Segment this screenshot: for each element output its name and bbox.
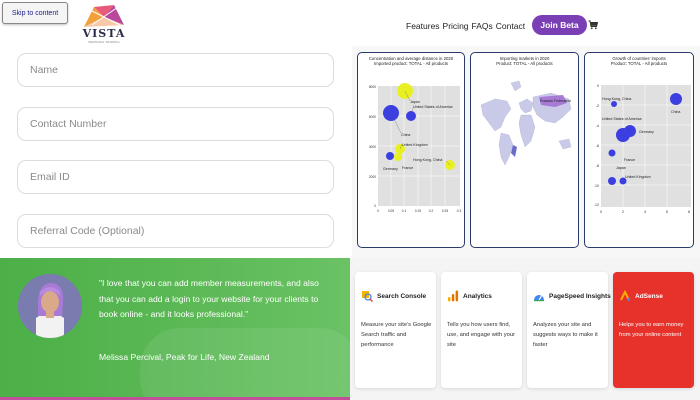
- tool-card-analytics[interactable]: Analytics Tells you how users find, use,…: [441, 272, 522, 388]
- chart3-plot: 0 -2 -4 -6 -8 -10 -12 0 2 4 6 8 Hong Kon…: [594, 84, 691, 214]
- nav-features[interactable]: Features: [406, 21, 440, 31]
- c3-ytick-3: -6: [596, 144, 599, 148]
- c1-bubble-france: [394, 153, 402, 161]
- skip-to-content-link[interactable]: Skip to content: [2, 2, 68, 24]
- c1-ytick-1: 6000: [369, 115, 376, 119]
- c1-ytick-3: 2000: [369, 175, 376, 179]
- testimonial-section: "I love that you can add member measurem…: [0, 258, 350, 400]
- c1-label-uk: United Kingdom: [402, 143, 428, 147]
- tool-card-pagespeed[interactable]: PageSpeed Insights Analyzes your site an…: [527, 272, 611, 388]
- c3-xtick-1: 2: [622, 210, 624, 214]
- nav-faqs[interactable]: FAQs: [472, 21, 493, 31]
- logo-mark-icon: [84, 5, 124, 27]
- tool-desc-analytics: Tells you how users find, use, and engag…: [447, 322, 516, 348]
- c1-label-france: France: [402, 166, 413, 170]
- tool-desc-adsense: Helps you to earn money from your online…: [619, 322, 684, 338]
- c3-xtick-0: 0: [600, 210, 602, 214]
- testimonial-author: Melissa Percival, Peak for Life, New Zea…: [99, 352, 270, 362]
- contact-placeholder: Contact Number: [30, 118, 107, 130]
- c1-xtick-2: 0.1: [402, 209, 407, 213]
- c3-bubble-france: [608, 149, 616, 157]
- c1-xtick-0: 0: [377, 209, 379, 213]
- c3-label-china: China: [671, 110, 680, 114]
- name-field[interactable]: Name: [17, 53, 334, 87]
- c1-xtick-1: 0.05: [388, 209, 394, 213]
- logo-brand: VISTA: [82, 27, 126, 40]
- join-beta-button[interactable]: Join Beta: [532, 15, 587, 35]
- c3-bubble-japan: [608, 177, 616, 185]
- name-placeholder: Name: [30, 64, 59, 76]
- adsense-icon: [620, 290, 630, 301]
- c3-label-japan: Japan: [616, 166, 626, 170]
- c3-xtick-4: 8: [688, 210, 690, 214]
- trade-charts-panel: Concentration and average distance in 20…: [352, 46, 700, 258]
- cart-icon[interactable]: [588, 20, 598, 30]
- tool-title-analytics: Analytics: [463, 292, 492, 300]
- main-nav: Features Pricing FAQs Contact: [406, 16, 525, 36]
- c1-ytick-2: 4000: [369, 145, 376, 149]
- tool-desc-pagespeed: Analyzes your site and suggests ways to …: [533, 322, 598, 348]
- tool-title-adsense: AdSense: [635, 292, 663, 300]
- logo-tagline: PERSONAL TRAINING: [88, 40, 120, 44]
- chart1-plot: 8000 6000 4000 2000 0 0 0.05 0.1 0.15 0.…: [369, 83, 462, 213]
- c1-label-germany: Germany: [383, 167, 398, 171]
- c1-label-china: China: [401, 133, 410, 137]
- search-console-icon: [362, 291, 373, 302]
- world-map: Russian Federation: [475, 77, 576, 227]
- c2-label-russia: Russian Federation: [540, 99, 571, 103]
- tool-title-search-console: Search Console: [377, 292, 427, 300]
- c3-ytick-1: -2: [596, 104, 599, 108]
- tool-title-pagespeed: PageSpeed Insights: [549, 292, 611, 300]
- nav-contact[interactable]: Contact: [496, 21, 525, 31]
- c3-label-uk: United Kingdom: [625, 175, 651, 179]
- referral-placeholder: Referral Code (Optional): [30, 225, 145, 237]
- c3-ytick-2: -4: [596, 124, 599, 128]
- c3-label-usa: United States of America: [602, 117, 642, 121]
- c3-ytick-5: -10: [594, 184, 599, 188]
- imports-growth-chart: Growth of countries' imports Product: TO…: [584, 52, 694, 248]
- c3-ytick-0: 0: [597, 84, 599, 88]
- c1-label-usa: United States of America: [413, 105, 453, 109]
- email-placeholder: Email ID: [30, 171, 70, 183]
- tool-card-search-console[interactable]: Search Console Measure your site's Googl…: [355, 272, 436, 388]
- c3-bubble-usa: [616, 128, 630, 142]
- concentration-chart: Concentration and average distance in 20…: [357, 52, 465, 248]
- avatar: [18, 274, 82, 338]
- c1-label-japan: Japan: [410, 100, 420, 104]
- c3-bubble-china: [670, 93, 682, 105]
- c3-ytick-6: -12: [594, 203, 599, 207]
- c1-ytick-4: 0: [374, 204, 376, 208]
- analytics-icon: [448, 290, 459, 302]
- c1-label-hongkong: Hong Kong, China: [413, 158, 442, 162]
- contact-number-field[interactable]: Contact Number: [17, 107, 334, 141]
- nav-pricing[interactable]: Pricing: [443, 21, 469, 31]
- c1-ytick-0: 8000: [369, 85, 376, 89]
- referral-code-field[interactable]: Referral Code (Optional): [17, 214, 334, 248]
- testimonial-quote: "I love that you can add member measurem…: [99, 278, 319, 319]
- vista-logo[interactable]: VISTA PERSONAL TRAINING: [80, 5, 128, 47]
- c3-xtick-3: 6: [666, 210, 668, 214]
- c1-xtick-6: 0.3: [457, 209, 462, 213]
- c3-label-germany: Germany: [639, 130, 654, 134]
- c1-xtick-4: 0.2: [429, 209, 434, 213]
- c3-xtick-2: 4: [644, 210, 646, 214]
- tool-card-adsense[interactable]: AdSense Helps you to earn money from you…: [613, 272, 694, 388]
- c3-bubble-hongkong: [611, 101, 617, 107]
- person-photo-icon: [18, 274, 82, 338]
- email-field[interactable]: Email ID: [17, 160, 334, 194]
- pagespeed-icon: [534, 294, 544, 302]
- c1-xtick-3: 0.15: [415, 209, 421, 213]
- importing-markets-map: Importing markets in 2020 Product: TOTAL…: [470, 52, 579, 248]
- c3-label-france: France: [624, 158, 635, 162]
- c1-bubble-germany: [386, 152, 394, 160]
- c1-xtick-5: 0.25: [442, 209, 448, 213]
- c3-ytick-4: -8: [596, 164, 599, 168]
- c3-label-hongkong: Hong Kong, China: [602, 97, 631, 101]
- tool-desc-search-console: Measure your site's Google Search traffi…: [361, 322, 432, 348]
